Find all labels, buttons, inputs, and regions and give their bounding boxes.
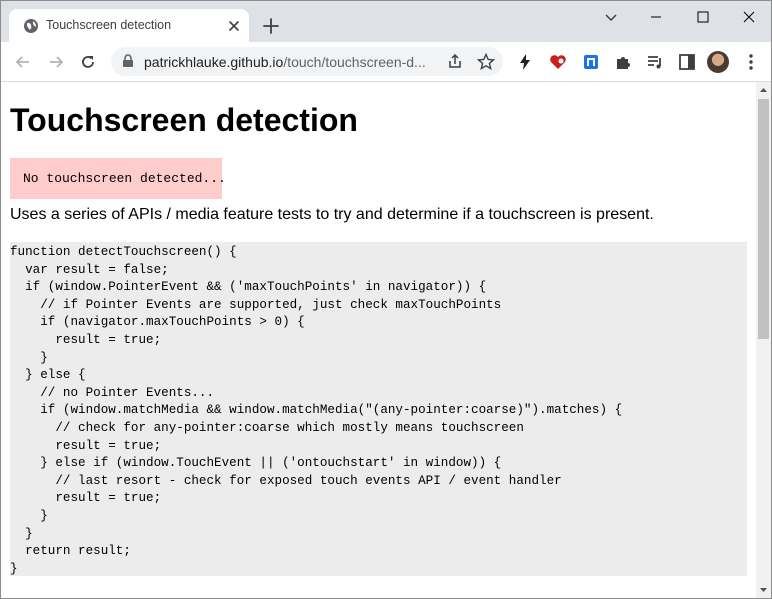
- code-line: // last resort - check for exposed touch…: [10, 473, 562, 488]
- address-bar[interactable]: patrickhlauke.github.io/touch/touchscree…: [111, 47, 503, 76]
- close-window-icon[interactable]: [739, 7, 759, 27]
- code-line: // no Pointer Events...: [10, 385, 215, 400]
- browser-toolbar: patrickhlauke.github.io/touch/touchscree…: [1, 42, 771, 82]
- tab-search-chevron-icon[interactable]: [601, 7, 621, 27]
- code-line: if (window.PointerEvent && ('maxTouchPoi…: [10, 280, 487, 295]
- code-block: function detectTouchscreen() { var resul…: [10, 242, 747, 576]
- tab-title: Touchscreen detection: [46, 18, 172, 32]
- side-panel-icon[interactable]: [677, 52, 697, 72]
- forward-arrow-icon[interactable]: [46, 52, 66, 72]
- minimize-icon[interactable]: [646, 7, 666, 27]
- scrollbar-thumb[interactable]: [758, 99, 769, 339]
- tab-strip: Touchscreen detection: [1, 1, 771, 42]
- url-path: /touch/touchscreen-d...: [283, 54, 426, 70]
- blue-extension-icon[interactable]: [581, 52, 601, 72]
- code-line: }: [10, 526, 33, 541]
- star-icon[interactable]: [476, 52, 496, 72]
- page-description: Uses a series of APIs / media feature te…: [10, 206, 654, 223]
- globe-icon: [24, 19, 38, 33]
- lightning-icon[interactable]: [515, 52, 535, 72]
- puzzle-icon[interactable]: [613, 52, 633, 72]
- code-line: }: [10, 561, 18, 576]
- code-line: function detectTouchscreen() {: [10, 245, 237, 259]
- code-line: // if Pointer Events are supported, just…: [10, 297, 502, 312]
- close-icon[interactable]: [227, 19, 241, 33]
- lock-icon[interactable]: [120, 53, 136, 69]
- code-line: } else if (window.TouchEvent || ('ontouc…: [10, 456, 502, 471]
- code-line: // check for any-pointer:coarse which mo…: [10, 420, 524, 435]
- browser-window: Touchscreen detection patrickhlauke.gith…: [0, 0, 772, 599]
- page-content: Touchscreen detection No touchscreen det…: [1, 82, 756, 598]
- reload-icon[interactable]: [78, 52, 98, 72]
- url-text[interactable]: patrickhlauke.github.io/touch/touchscree…: [144, 54, 426, 70]
- back-arrow-icon[interactable]: [13, 52, 33, 72]
- plus-icon[interactable]: [262, 17, 280, 35]
- tab-touchscreen-detection[interactable]: Touchscreen detection: [9, 9, 249, 42]
- maximize-icon[interactable]: [693, 7, 713, 27]
- code-line: var result = false;: [10, 262, 169, 277]
- code-listing: function detectTouchscreen() { var resul…: [10, 244, 622, 578]
- code-line: }: [10, 350, 48, 365]
- code-line: result = true;: [10, 491, 162, 506]
- code-line: } else {: [10, 368, 86, 383]
- heart-extension-icon[interactable]: [548, 52, 568, 72]
- code-line: if (window.matchMedia && window.matchMed…: [10, 403, 623, 418]
- vertical-scrollbar[interactable]: [756, 82, 771, 598]
- status-message: No touchscreen detected...: [23, 171, 226, 186]
- url-host: patrickhlauke.github.io: [144, 54, 284, 70]
- kebab-menu-icon[interactable]: [741, 52, 761, 72]
- profile-avatar[interactable]: [707, 51, 729, 73]
- page-title: Touchscreen detection: [10, 102, 358, 138]
- code-line: result = true;: [10, 438, 162, 453]
- code-line: if (navigator.maxTouchPoints > 0) {: [10, 315, 305, 330]
- scroll-down-arrow-icon[interactable]: [759, 585, 768, 594]
- scroll-up-arrow-icon[interactable]: [759, 86, 768, 95]
- share-icon[interactable]: [445, 52, 465, 72]
- media-control-icon[interactable]: [645, 52, 665, 72]
- code-line: return result;: [10, 544, 131, 559]
- code-line: result = true;: [10, 332, 162, 347]
- code-line: }: [10, 508, 48, 523]
- status-badge: No touchscreen detected...: [10, 158, 226, 199]
